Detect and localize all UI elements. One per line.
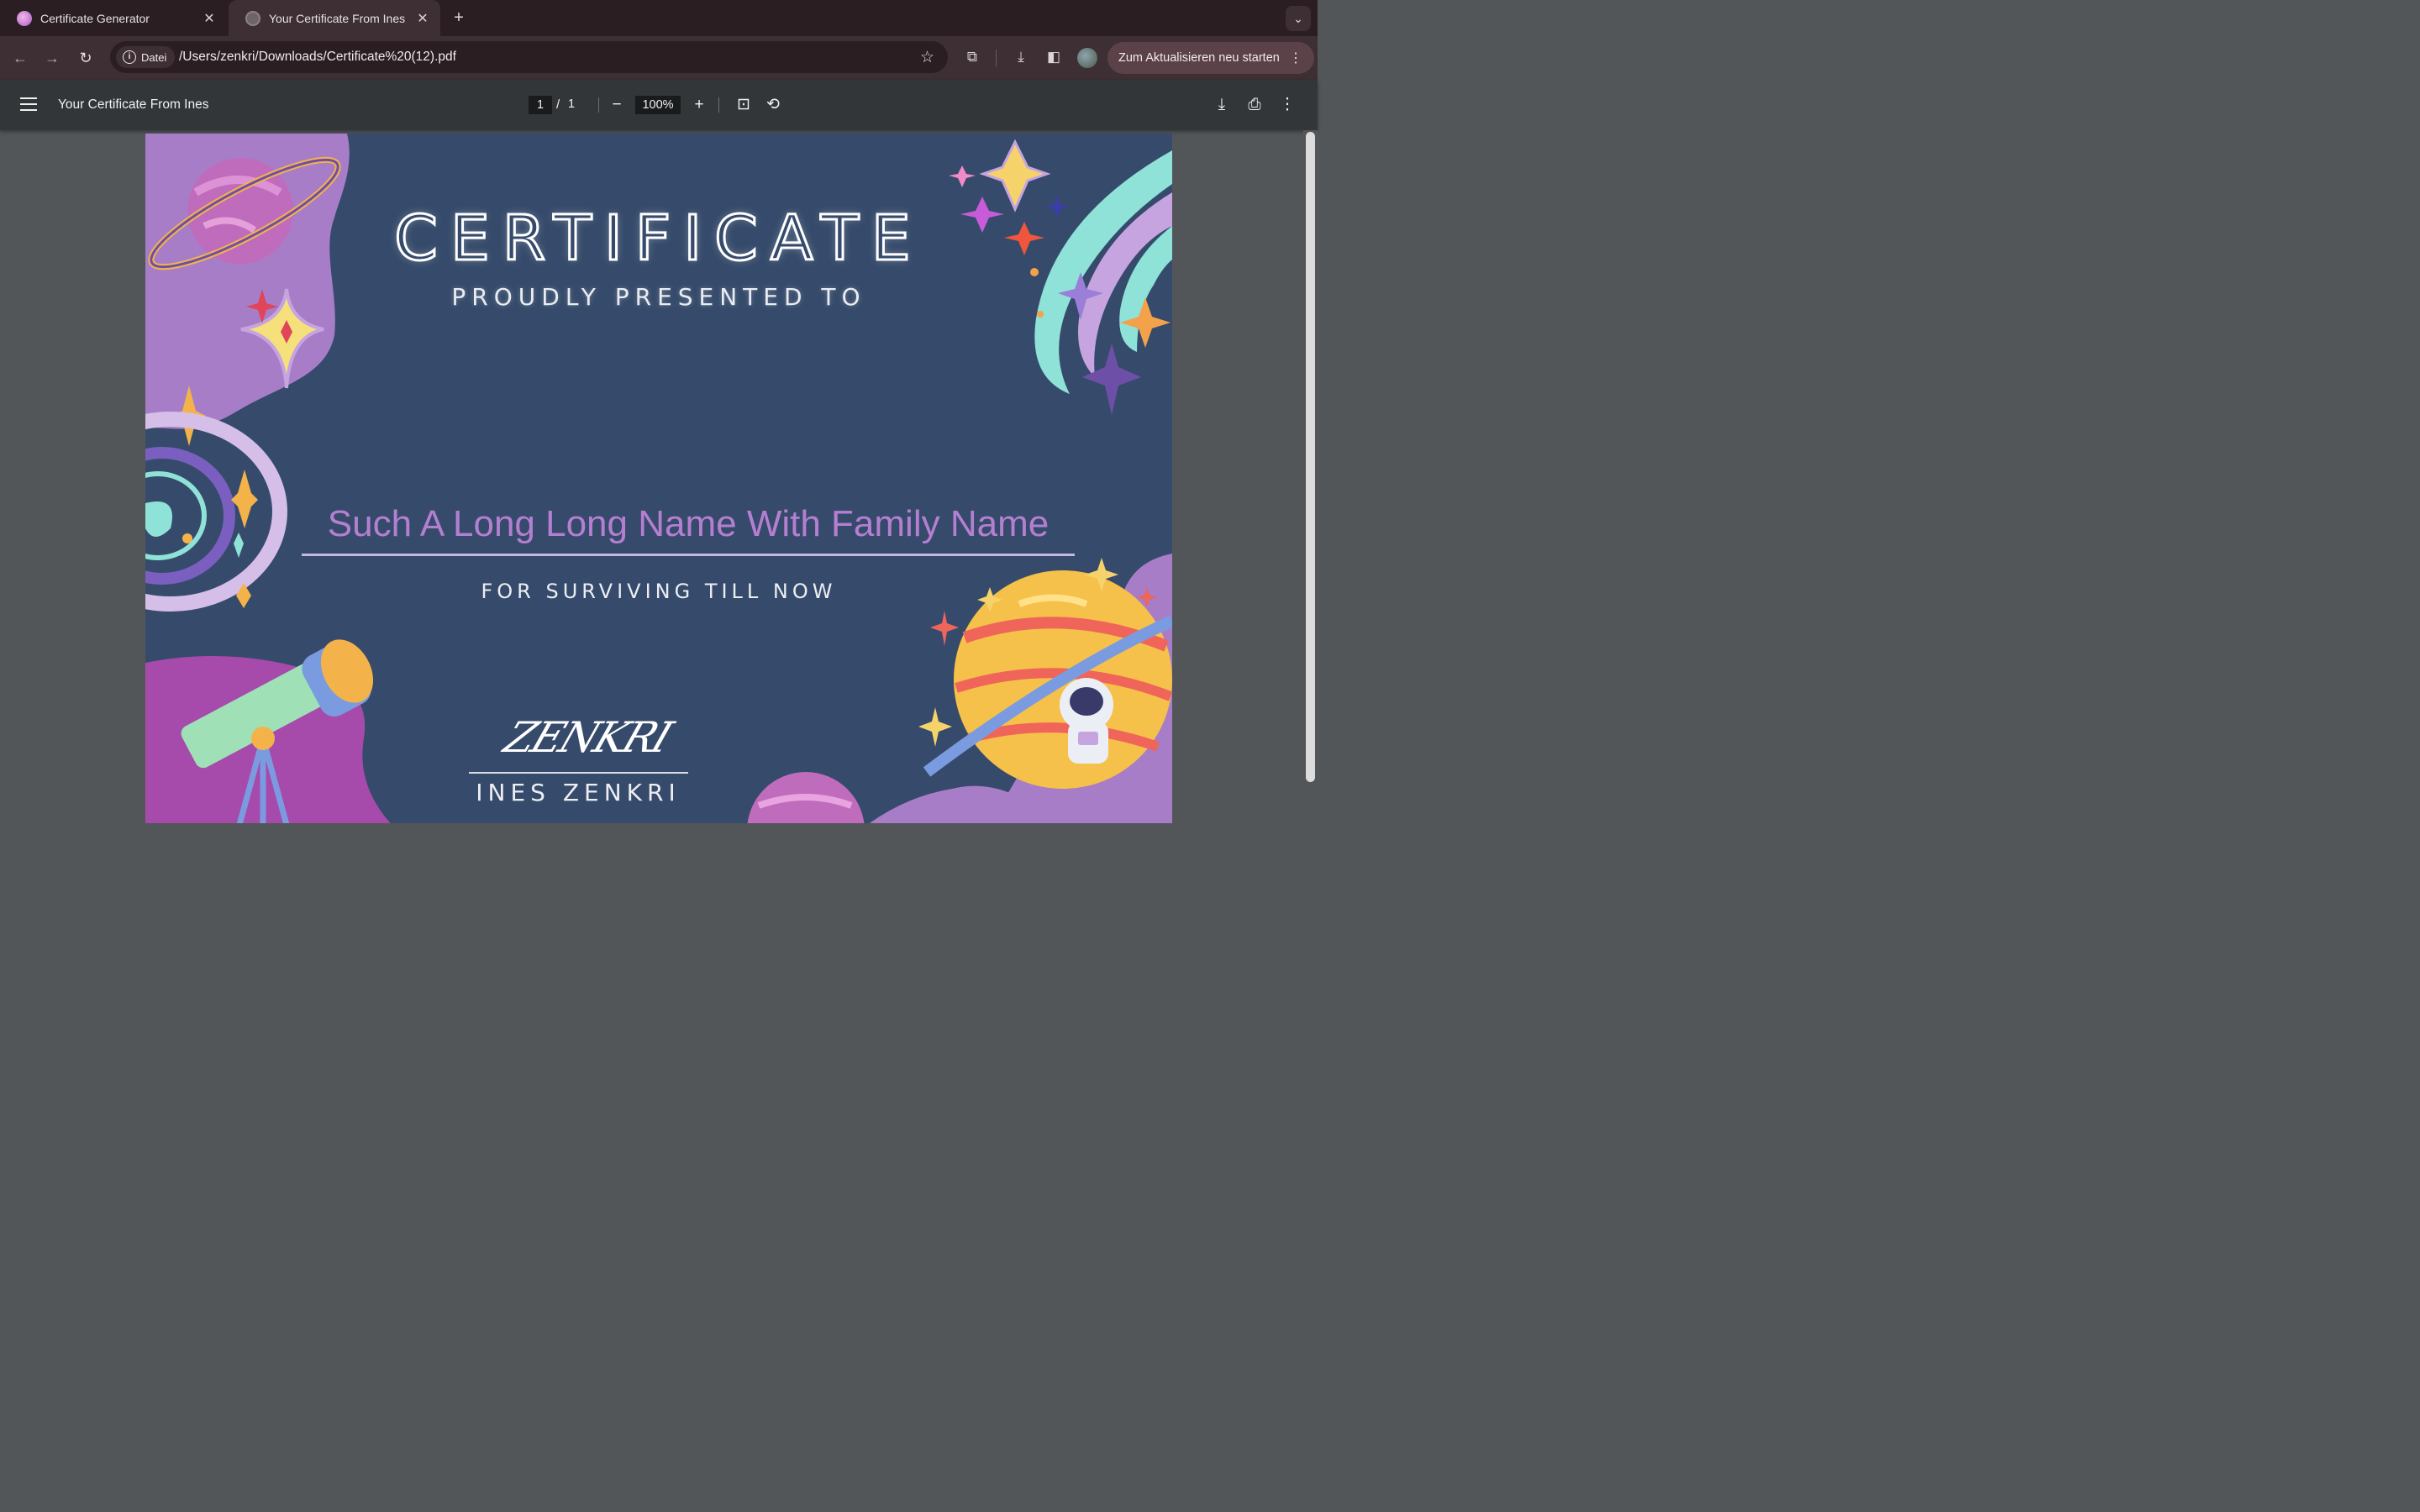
signature: ZENKRI [497, 713, 677, 762]
restart-to-update-label: Zum Aktualisieren neu starten [1118, 51, 1280, 65]
gas-giant-planet-icon [923, 570, 1172, 789]
toolbar-divider [718, 97, 719, 113]
downloads-icon[interactable]: ⤓ [1011, 47, 1031, 67]
total-pages: 1 [568, 97, 576, 111]
profile-avatar[interactable] [1077, 48, 1097, 68]
signature-line [469, 772, 688, 774]
toolbar-divider [996, 50, 997, 66]
zoom-level-input[interactable]: 100% [635, 96, 681, 114]
close-tab-icon[interactable]: ✕ [415, 10, 430, 27]
page-separator: / [556, 97, 560, 112]
bookmark-star-icon[interactable]: ☆ [920, 48, 934, 67]
globe-icon [245, 10, 260, 26]
zoom-out-icon[interactable]: − [606, 94, 628, 116]
fit-to-page-icon[interactable]: ⊡ [733, 94, 755, 116]
download-icon[interactable]: ⤓ [1211, 94, 1233, 116]
new-tab-button[interactable]: + [450, 8, 468, 27]
print-icon[interactable]: ⎙ [1244, 94, 1265, 116]
url-text[interactable]: /Users/zenkri/Downloads/Certificate%20(1… [179, 50, 456, 65]
certificate-page: CERTIFICATE PROUDLY PRESENTED TO Such A … [145, 134, 1172, 823]
page-number-input[interactable]: 1 [529, 96, 552, 114]
close-tab-icon[interactable]: ✕ [202, 10, 217, 27]
tab-title: Certificate Generator [40, 11, 150, 25]
pdf-viewport[interactable]: CERTIFICATE PROUDLY PRESENTED TO Such A … [0, 130, 1318, 823]
side-panel-icon[interactable]: ◧ [1044, 47, 1064, 67]
certificate-subtitle: PROUDLY PRESENTED TO [451, 283, 866, 311]
back-button[interactable]: ← [8, 46, 32, 70]
vertical-scrollbar[interactable] [1303, 130, 1318, 823]
recipient-underline [302, 554, 1075, 556]
pdf-toolbar: Your Certificate From Ines 1 / 1 − 100% … [0, 80, 1318, 130]
tab-title: Your Certificate From Ines [269, 11, 406, 25]
tab-certificate-generator[interactable]: Certificate Generator ✕ [0, 0, 227, 36]
small-planet-icon [747, 772, 865, 823]
certificate-reason: FOR SURVIVING TILL NOW [481, 580, 837, 603]
tab-strip: Certificate Generator ✕ Your Certificate… [0, 0, 1318, 36]
pdf-more-actions-icon[interactable]: ⋮ [1276, 94, 1298, 116]
certificate-title: CERTIFICATE [393, 202, 923, 276]
tab-your-certificate[interactable]: Your Certificate From Ines ✕ [229, 0, 440, 36]
rotate-icon[interactable]: ⟲ [762, 94, 784, 116]
info-icon: i [123, 50, 136, 64]
site-info-chip[interactable]: i Datei [116, 46, 176, 68]
pdf-document-title: Your Certificate From Ines [58, 97, 209, 112]
app-favicon-icon [17, 10, 32, 26]
forward-button[interactable]: → [40, 46, 64, 70]
tab-search-button[interactable]: ⌄ [1286, 6, 1311, 31]
scrollbar-thumb[interactable] [1306, 132, 1315, 782]
toolbar-divider [598, 97, 599, 113]
more-menu-icon[interactable]: ⋮ [1289, 50, 1302, 66]
hamburger-menu-icon[interactable] [20, 97, 37, 113]
restart-to-update-button[interactable]: Zum Aktualisieren neu starten ⋮ [1107, 42, 1314, 74]
zoom-in-icon[interactable]: + [688, 94, 710, 116]
signer-name: INES ZENKRI [476, 779, 681, 806]
address-bar[interactable]: i Datei /Users/zenkri/Downloads/Certific… [110, 41, 948, 73]
site-info-label: Datei [141, 50, 167, 64]
extensions-icon[interactable]: ⧉ [962, 47, 982, 67]
reload-button[interactable]: ↻ [74, 46, 97, 70]
recipient-name: Such A Long Long Name With Family Name [327, 503, 1050, 544]
browser-toolbar: ← → ↻ i Datei /Users/zenkri/Downloads/Ce… [0, 36, 1318, 80]
